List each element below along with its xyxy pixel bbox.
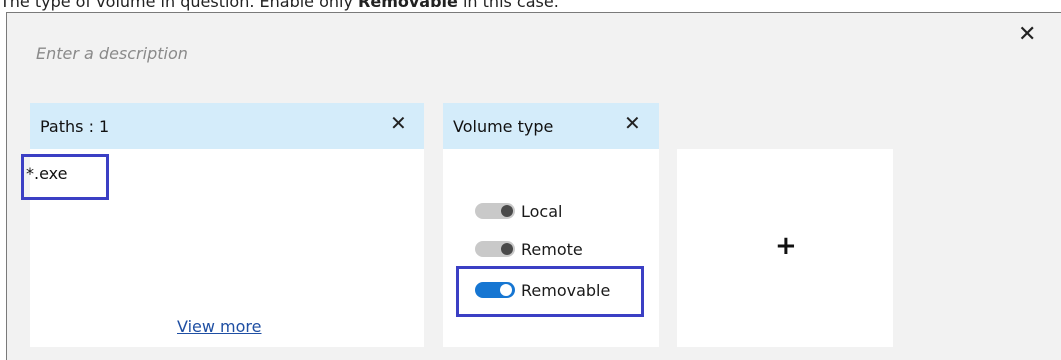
volume-type-card-close-icon[interactable]: ✕ <box>624 113 641 133</box>
toggle-label-remote: Remote <box>521 239 583 259</box>
toggle-row-local[interactable]: Local <box>475 201 562 221</box>
removable-highlight-box <box>456 266 644 317</box>
paths-card: Paths : 1 ✕ <box>30 103 424 347</box>
toggle-label-local: Local <box>521 201 563 221</box>
toggle-row-remote[interactable]: Remote <box>475 239 583 259</box>
toggle-knob <box>501 205 513 217</box>
view-more-link[interactable]: View more <box>177 317 262 336</box>
paths-card-header: Paths : 1 ✕ <box>30 103 424 149</box>
toggle-knob <box>501 243 513 255</box>
toggle-local[interactable] <box>475 203 515 219</box>
caption-bold: Removable <box>358 0 458 11</box>
volume-type-card-header: Volume type ✕ <box>443 103 659 149</box>
caption-text-before: The type of volume in question. Enable o… <box>0 0 359 11</box>
paths-card-close-icon[interactable]: ✕ <box>390 113 407 133</box>
plus-icon[interactable]: + <box>775 233 797 259</box>
paths-card-title: Paths : 1 <box>40 117 110 136</box>
path-highlight-box <box>21 154 109 200</box>
close-icon[interactable]: ✕ <box>1018 24 1036 46</box>
description-input[interactable]: Enter a description <box>36 44 188 63</box>
volume-type-card-title: Volume type <box>453 117 554 136</box>
instruction-caption: The type of volume in question. Enable o… <box>0 0 559 12</box>
toggle-remote[interactable] <box>475 241 515 257</box>
caption-text-after: in this case. <box>457 0 559 11</box>
